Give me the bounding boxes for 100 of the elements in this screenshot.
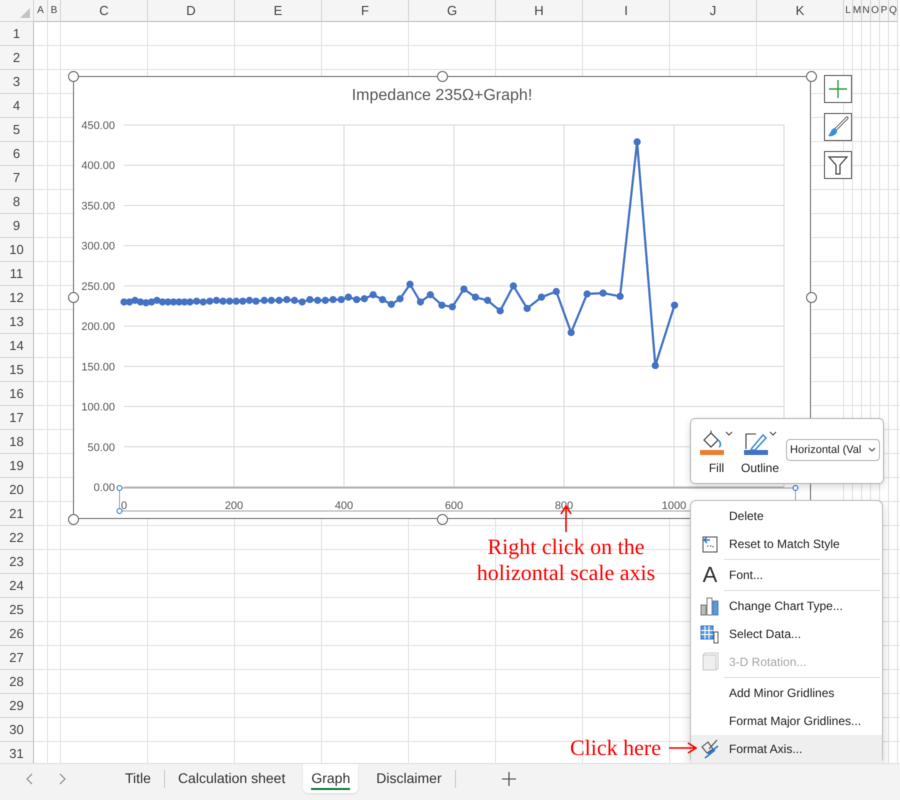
row-header[interactable]: 9 (0, 214, 34, 238)
data-point (510, 282, 517, 290)
row-header[interactable]: 20 (0, 478, 34, 502)
outline-button[interactable]: Outline (738, 426, 782, 476)
row-header[interactable]: 7 (0, 166, 34, 190)
row-header[interactable]: 6 (0, 142, 34, 166)
row-header[interactable]: 13 (0, 310, 34, 334)
row-header[interactable]: 25 (0, 598, 34, 622)
column-header[interactable]: B (48, 0, 61, 22)
menu-item[interactable]: Format Major Gridlines... (691, 707, 882, 735)
annotation-arrow (669, 742, 697, 754)
row-header[interactable]: 27 (0, 646, 34, 670)
column-header[interactable]: O (871, 0, 880, 22)
row-header[interactable]: 23 (0, 550, 34, 574)
menu-item[interactable]: Select Data... (691, 620, 882, 648)
fill-button[interactable]: Fill (697, 426, 736, 476)
menu-item[interactable]: Add Minor Gridlines (691, 679, 882, 707)
axis-label: 250.00 (81, 280, 115, 293)
column-header[interactable]: D (148, 0, 235, 22)
row-header[interactable]: 14 (0, 334, 34, 358)
data-point (406, 280, 414, 288)
column-header[interactable]: F (322, 0, 409, 22)
chart-title: Impedance 235Ω+Graph! (352, 87, 532, 105)
column-header[interactable]: G (409, 0, 496, 22)
data-point (552, 288, 560, 296)
brush-icon (827, 116, 849, 138)
column-header[interactable]: H (496, 0, 583, 22)
resize-handle[interactable] (68, 292, 78, 302)
chart-elements-button[interactable] (824, 75, 852, 103)
column-header[interactable]: C (61, 0, 148, 22)
data-point (634, 138, 641, 146)
data-point (568, 328, 575, 336)
row-header[interactable]: 12 (0, 286, 34, 310)
axis-label: 0 (120, 500, 128, 512)
annotation-text: Right click on the holizontal scale axis (476, 534, 656, 586)
data-point (370, 291, 377, 298)
sheet-tab[interactable]: Disclaimer (363, 764, 455, 793)
column-header[interactable]: N (862, 0, 871, 22)
chart-element-dropdown[interactable]: Horizontal (Val (786, 439, 880, 461)
row-header[interactable]: 2 (0, 46, 34, 70)
row-header[interactable]: 18 (0, 430, 34, 454)
column-header[interactable]: I (583, 0, 670, 22)
column-header[interactable]: Q (889, 0, 898, 22)
menu-item[interactable]: Reset to Match Style (691, 530, 882, 558)
axis-label: 50.00 (87, 442, 115, 454)
axis-label: 350.00 (81, 200, 115, 212)
column-header[interactable]: A (34, 0, 48, 22)
row-header[interactable]: 17 (0, 406, 34, 430)
data-point (616, 292, 624, 300)
axis-label: 600 (444, 500, 464, 512)
row-header[interactable]: 24 (0, 574, 34, 598)
row-header[interactable]: 31 (0, 742, 34, 763)
menu-item[interactable]: Change Chart Type... (691, 592, 882, 620)
data-point (448, 303, 456, 310)
row-header[interactable]: 28 (0, 670, 34, 694)
row-header[interactable]: 26 (0, 622, 34, 646)
menu-item[interactable]: A Font... (691, 561, 882, 589)
data-point (472, 294, 480, 301)
resize-handle[interactable] (68, 514, 78, 524)
row-header[interactable]: 22 (0, 526, 34, 550)
axis-label: 150.00 (81, 361, 115, 374)
sheet-tab[interactable]: Calculation sheet (164, 764, 298, 793)
funnel-icon (827, 154, 849, 176)
resize-handle[interactable] (806, 70, 816, 82)
font-icon: A (702, 564, 718, 586)
resize-handle[interactable] (436, 70, 448, 82)
chart-styles-button[interactable] (824, 113, 852, 141)
row-header[interactable]: 16 (0, 382, 34, 406)
column-header[interactable]: J (670, 0, 757, 22)
data-point (416, 298, 424, 306)
plus-icon (827, 78, 849, 100)
row-header[interactable]: 8 (0, 190, 34, 214)
brush-icon (699, 738, 721, 760)
row-header[interactable]: 3 (0, 70, 34, 94)
column-header[interactable]: L (844, 0, 853, 22)
column-header[interactable]: M (853, 0, 862, 22)
sheet-tab[interactable]: Graph (303, 764, 358, 793)
data-point (670, 302, 678, 309)
chart-filters-button[interactable] (824, 151, 852, 179)
row-header[interactable]: 15 (0, 358, 34, 382)
row-header[interactable]: 19 (0, 454, 34, 478)
axis-label: 450.00 (81, 120, 115, 132)
row-header[interactable]: 30 (0, 718, 34, 742)
menu-item[interactable]: Format Axis... (691, 735, 882, 763)
row-header[interactable]: 11 (0, 262, 34, 286)
axis-label: 200 (224, 500, 244, 512)
row-header[interactable]: 1 (0, 22, 34, 46)
plus-icon (502, 772, 516, 786)
column-header[interactable]: P (880, 0, 889, 22)
row-header[interactable]: 5 (0, 118, 34, 142)
column-header[interactable]: E (235, 0, 322, 22)
row-header[interactable]: 29 (0, 694, 34, 718)
resize-handle[interactable] (68, 70, 78, 82)
data-point (599, 290, 607, 297)
row-header[interactable]: 4 (0, 94, 34, 118)
row-header[interactable]: 10 (0, 238, 34, 262)
row-header[interactable]: 21 (0, 502, 34, 526)
data-point (438, 302, 446, 309)
column-header[interactable]: K (757, 0, 844, 22)
sheet-tab[interactable]: Title (112, 764, 164, 793)
